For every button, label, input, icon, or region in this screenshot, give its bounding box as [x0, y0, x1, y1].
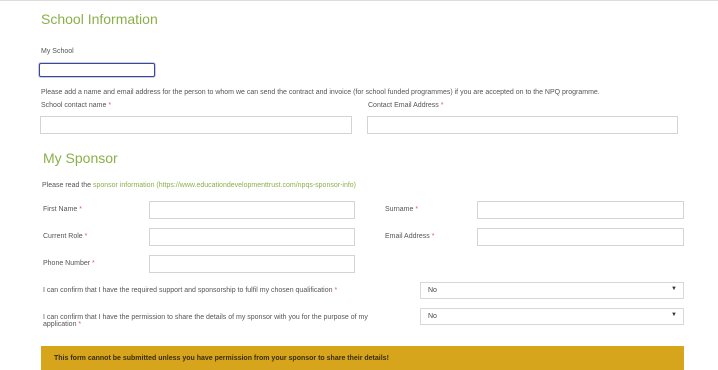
confirm-permission-select[interactable]: No ▼	[420, 308, 684, 325]
my-school-label: My School	[41, 48, 74, 55]
surname-label: Surname *	[385, 206, 419, 213]
sponsor-permission-warning: This form cannot be submitted unless you…	[41, 346, 684, 370]
surname-input[interactable]	[477, 201, 684, 219]
email-address-input[interactable]	[477, 228, 684, 246]
first-name-input[interactable]	[149, 201, 355, 219]
email-address-label: Email Address *	[385, 233, 435, 240]
school-contact-notice: Please add a name and email address for …	[41, 89, 600, 96]
confirm-permission-value: No	[428, 313, 437, 320]
confirm-support-select[interactable]: No ▼	[420, 282, 684, 299]
contact-email-input[interactable]	[367, 116, 678, 134]
school-information-title: School Information	[41, 11, 158, 27]
school-contact-name-input[interactable]	[40, 116, 352, 134]
sponsor-info-url-link[interactable]: (https://www.educationdevelopmenttrust.c…	[156, 182, 356, 189]
top-divider	[0, 0, 718, 1]
my-sponsor-title: My Sponsor	[43, 150, 118, 166]
sponsor-information-link[interactable]: sponsor information	[93, 182, 154, 189]
current-role-input[interactable]	[149, 228, 355, 246]
first-name-label: First Name *	[43, 206, 82, 213]
phone-number-label: Phone Number *	[43, 260, 95, 267]
my-school-input[interactable]	[39, 63, 155, 77]
chevron-down-icon: ▼	[671, 286, 677, 292]
phone-number-input[interactable]	[149, 255, 355, 273]
confirm-support-label: I can confirm that I have the required s…	[43, 287, 338, 294]
contact-email-label: Contact Email Address *	[368, 102, 444, 109]
current-role-label: Current Role *	[43, 233, 88, 240]
confirm-permission-label: I can confirm that I have the permission…	[43, 314, 368, 328]
school-contact-name-label: School contact name *	[41, 102, 112, 109]
sponsor-info-text: Please read the sponsor information (htt…	[42, 182, 357, 189]
chevron-down-icon: ▼	[671, 312, 677, 318]
confirm-support-value: No	[428, 287, 437, 294]
